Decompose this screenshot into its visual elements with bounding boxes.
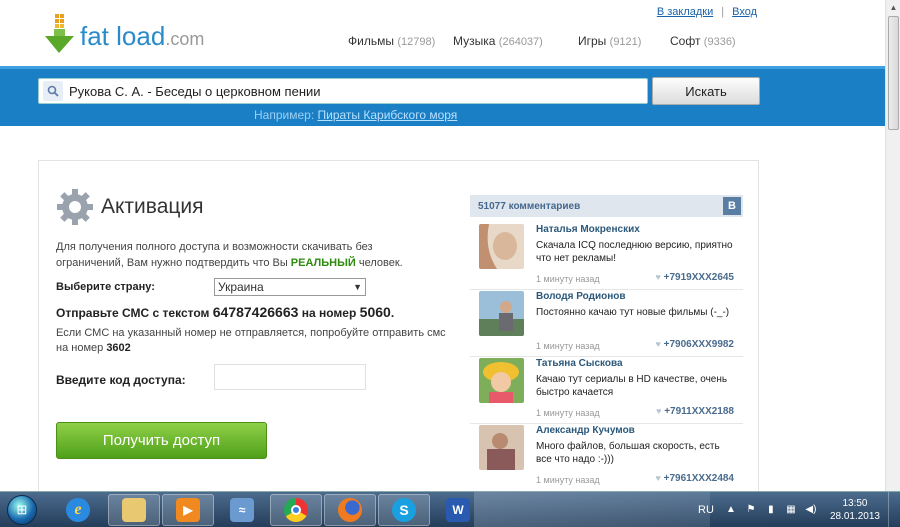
download-arrow-icon — [45, 14, 74, 53]
search-input[interactable]: Рукова С. А. - Беседы о церковном пении — [38, 78, 648, 104]
chevron-down-icon: ▼ — [353, 282, 362, 292]
comment-time: 1 минуту назад — [536, 274, 600, 284]
logo[interactable]: fat load.com — [42, 14, 204, 54]
site-header: fat load.com В закладки | Вход Фильмы (1… — [0, 0, 885, 66]
list-item: Александр Кучумов Много файлов, большая … — [479, 425, 742, 485]
taskbar-firefox[interactable] — [324, 494, 376, 526]
chrome-icon — [284, 498, 308, 522]
comment-text: Скачала ICQ последнюю версию, приятно чт… — [536, 240, 733, 264]
top-links: В закладки | Вход — [657, 6, 757, 18]
main-nav: Фильмы (12798) Музыка (264037) Игры (912… — [348, 34, 736, 48]
scroll-thumb[interactable] — [888, 16, 899, 130]
bookmark-link[interactable]: В закладки — [657, 6, 713, 18]
search-value: Рукова С. А. - Беседы о церковном пении — [69, 83, 321, 99]
comments-header: 51077 комментариев В — [470, 195, 743, 217]
heart-icon: ♥ — [655, 339, 661, 349]
nav-item-soft[interactable]: Софт (9336) — [670, 34, 736, 48]
nav-item-music[interactable]: Музыка (264037) — [453, 34, 578, 48]
comment-phone: ♥ +7919XXX2645 — [655, 272, 734, 283]
comment-time: 1 минуту назад — [536, 475, 600, 485]
nav-item-games[interactable]: Игры (9121) — [578, 34, 670, 48]
skype-icon: S — [392, 498, 416, 522]
activation-card: Активация Для получения полного доступа … — [38, 160, 759, 500]
browser-icon: ≈ — [230, 498, 254, 522]
system-tray: RU ▲ ⚑ ▮ ▦ ◀) 13:50 28.01.2013 — [698, 492, 900, 527]
example-link[interactable]: Пираты Карибского моря — [318, 108, 458, 122]
divider — [470, 289, 743, 290]
taskbar-ie[interactable]: e — [52, 494, 104, 526]
activation-title: Активация — [101, 195, 204, 218]
comment-author[interactable]: Александр Кучумов — [536, 425, 635, 436]
comment-time: 1 минуту назад — [536, 341, 600, 351]
device-icon[interactable]: ▮ — [764, 503, 778, 517]
avatar — [479, 358, 524, 403]
folder-icon — [122, 498, 146, 522]
network-icon[interactable]: ▦ — [784, 503, 798, 517]
divider — [470, 423, 743, 424]
word-icon: W — [446, 498, 470, 522]
search-icon — [43, 81, 63, 101]
sms-instruction: Отправьте СМС с текстом 64787426663 на н… — [56, 304, 395, 320]
comment-time: 1 минуту назад — [536, 408, 600, 418]
firefox-icon — [338, 498, 362, 522]
gear-icon — [57, 189, 93, 225]
media-player-icon: ▶ — [176, 498, 200, 522]
show-desktop-button[interactable] — [888, 492, 900, 527]
taskbar-media-player[interactable]: ▶ — [162, 494, 214, 526]
comment-author[interactable]: Татьяна Сыскова — [536, 358, 623, 369]
comment-phone: ♥ +7961XXX2484 — [655, 473, 734, 484]
show-hidden-icons-icon[interactable]: ▲ — [724, 503, 738, 517]
windows-logo-icon: ⊞ — [7, 495, 37, 525]
nav-item-films[interactable]: Фильмы (12798) — [348, 34, 453, 48]
taskbar-skype[interactable]: S — [378, 494, 430, 526]
internet-explorer-icon: e — [66, 498, 90, 522]
start-button[interactable]: ⊞ — [2, 493, 42, 527]
vk-icon[interactable]: В — [723, 197, 741, 215]
clock[interactable]: 13:50 28.01.2013 — [830, 497, 880, 523]
list-item: Наталья Мокренских Скачала ICQ последнюю… — [479, 224, 742, 284]
taskbar-explorer[interactable] — [108, 494, 160, 526]
avatar — [479, 425, 524, 470]
sms-alternative-note: Если СМС на указанный номер не отправляе… — [56, 327, 446, 354]
comment-text: Постоянно качаю тут новые фильмы (-_-) — [536, 307, 730, 318]
code-label: Введите код доступа: — [56, 373, 186, 387]
list-item: Володя Родионов Постоянно качаю тут новы… — [479, 291, 742, 351]
search-example: Например: Пираты Карибского моря — [254, 108, 458, 122]
list-item: Татьяна Сыскова Качаю тут сериалы в HD к… — [479, 358, 742, 418]
country-label: Выберите страну: — [56, 281, 155, 293]
volume-icon[interactable]: ◀) — [804, 503, 818, 517]
link-divider: | — [721, 6, 725, 18]
comment-text: Много файлов, большая скорость, есть все… — [536, 441, 720, 465]
search-band: Рукова С. А. - Беседы о церковном пении … — [0, 66, 885, 126]
language-indicator[interactable]: RU — [698, 504, 714, 516]
activation-description: Для получения полного доступа и возможно… — [56, 241, 403, 269]
logo-text: fat load.com — [80, 21, 205, 51]
heart-icon: ♥ — [655, 272, 661, 282]
avatar — [479, 224, 524, 269]
comment-author[interactable]: Володя Родионов — [536, 291, 626, 302]
avatar — [479, 291, 524, 336]
taskbar: ⊞ e ▶ ≈ S W RU ▲ ⚑ ▮ ▦ ◀) 13:50 28.01.20… — [0, 491, 900, 527]
taskbar-chrome[interactable] — [270, 494, 322, 526]
heart-icon: ♥ — [655, 473, 661, 483]
comment-text: Качаю тут сериалы в HD качестве, очень б… — [536, 374, 728, 398]
vertical-scrollbar[interactable]: ▲ — [885, 0, 900, 491]
country-select[interactable]: Украина ▼ — [214, 278, 366, 296]
search-button[interactable]: Искать — [652, 77, 760, 105]
get-access-button[interactable]: Получить доступ — [56, 422, 267, 459]
scroll-up-arrow-icon[interactable]: ▲ — [886, 0, 900, 15]
comment-author[interactable]: Наталья Мокренских — [536, 224, 640, 235]
taskbar-ie-alt[interactable]: ≈ — [216, 494, 268, 526]
taskbar-preview — [474, 492, 710, 527]
divider — [470, 356, 743, 357]
login-link[interactable]: Вход — [732, 6, 757, 18]
comment-phone: ♥ +7911XXX2188 — [656, 406, 734, 417]
access-code-input[interactable] — [214, 364, 366, 390]
flag-icon[interactable]: ⚑ — [744, 503, 758, 517]
comment-phone: ♥ +7906XXX9982 — [655, 339, 734, 350]
activation-heading: Активация — [55, 187, 204, 227]
heart-icon: ♥ — [656, 406, 662, 416]
